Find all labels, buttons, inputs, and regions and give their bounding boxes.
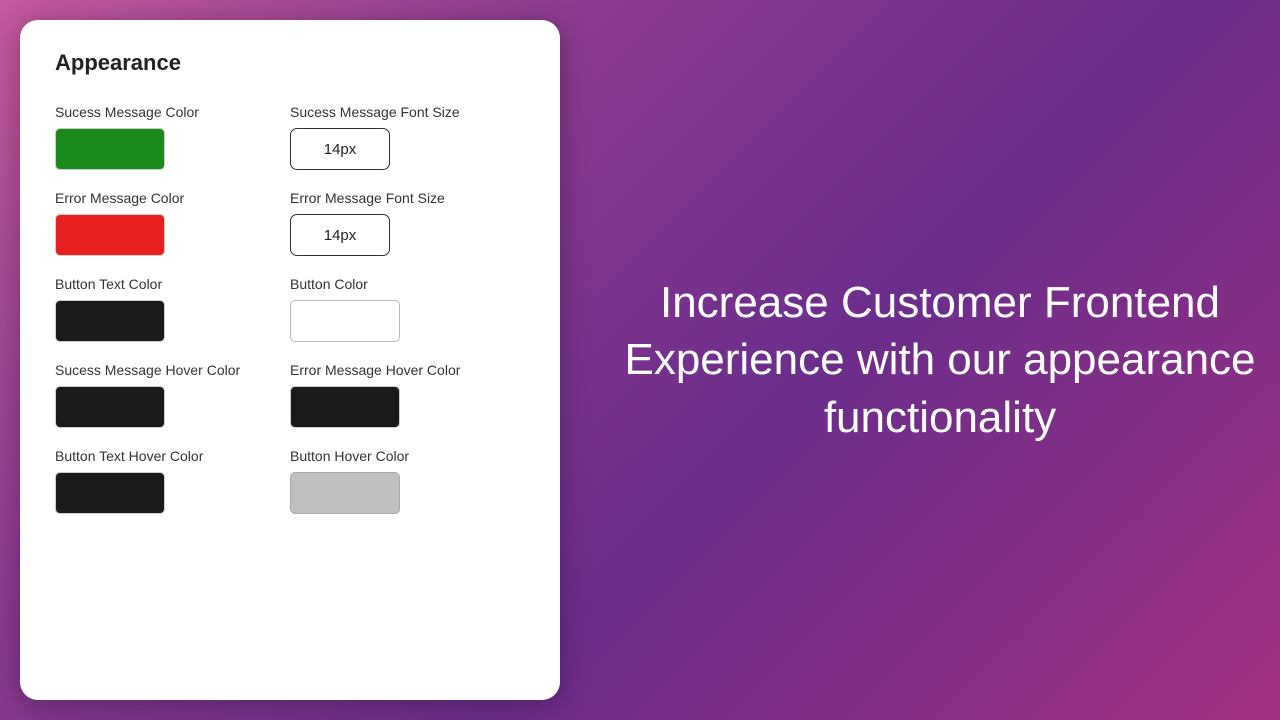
success-font-input[interactable] <box>290 128 390 170</box>
button-text-hover-color-swatch[interactable] <box>55 472 165 514</box>
error-font-input[interactable] <box>290 214 390 256</box>
button-color-swatch[interactable] <box>290 300 400 342</box>
error-color-swatch[interactable] <box>55 214 165 256</box>
error-font-group: Error Message Font Size <box>290 190 525 256</box>
appearance-card: Appearance Sucess Message Color Sucess M… <box>20 20 560 700</box>
success-font-group: Sucess Message Font Size <box>290 104 525 170</box>
button-color-label: Button Color <box>290 276 525 292</box>
error-color-label: Error Message Color <box>55 190 290 206</box>
success-hover-color-label: Sucess Message Hover Color <box>55 362 290 378</box>
card-title: Appearance <box>55 50 525 76</box>
error-color-group: Error Message Color <box>55 190 290 256</box>
success-hover-color-swatch[interactable] <box>55 386 165 428</box>
button-color-group: Button Color <box>290 276 525 342</box>
button-hover-color-label: Button Hover Color <box>290 448 525 464</box>
button-hover-color-swatch[interactable] <box>290 472 400 514</box>
error-hover-color-label: Error Message Hover Color <box>290 362 525 378</box>
button-text-hover-color-group: Button Text Hover Color <box>55 448 290 514</box>
button-text-hover-color-label: Button Text Hover Color <box>55 448 290 464</box>
success-color-label: Sucess Message Color <box>55 104 290 120</box>
success-color-swatch[interactable] <box>55 128 165 170</box>
hero-section: Increase Customer Frontend Experience wi… <box>560 274 1260 446</box>
success-font-label: Sucess Message Font Size <box>290 104 525 120</box>
button-hover-color-group: Button Hover Color <box>290 448 525 514</box>
fields-grid: Sucess Message Color Sucess Message Font… <box>55 104 525 514</box>
button-text-color-swatch[interactable] <box>55 300 165 342</box>
success-color-group: Sucess Message Color <box>55 104 290 170</box>
success-hover-color-group: Sucess Message Hover Color <box>55 362 290 428</box>
button-text-color-group: Button Text Color <box>55 276 290 342</box>
error-font-label: Error Message Font Size <box>290 190 525 206</box>
error-hover-color-swatch[interactable] <box>290 386 400 428</box>
error-hover-color-group: Error Message Hover Color <box>290 362 525 428</box>
button-text-color-label: Button Text Color <box>55 276 290 292</box>
hero-text: Increase Customer Frontend Experience wi… <box>620 274 1260 446</box>
